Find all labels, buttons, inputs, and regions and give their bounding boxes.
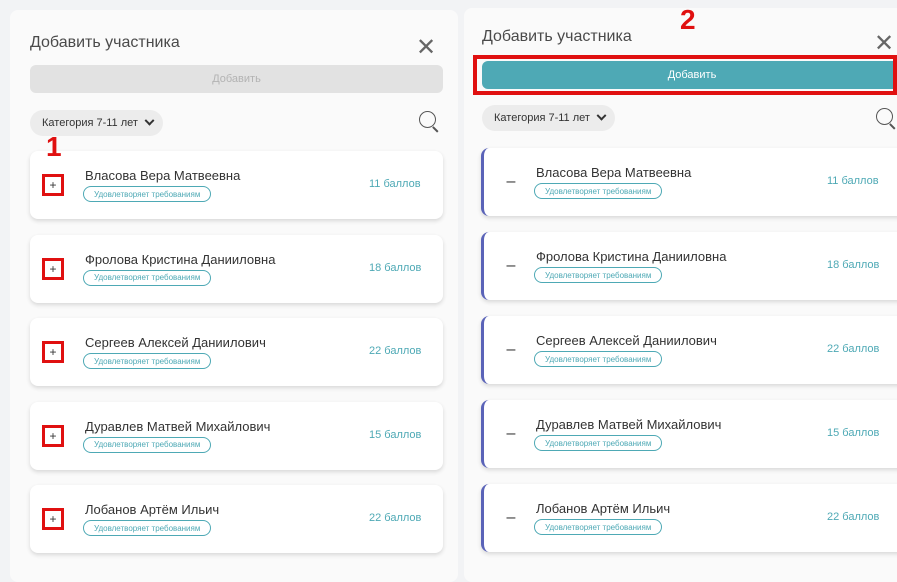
participant-name: Фролова Кристина Данииловна <box>536 249 727 264</box>
annotation-step-2: 2 <box>680 4 696 35</box>
category-label: Категория 7-11 лет <box>42 117 138 129</box>
status-badge: Удовлетворяет требованиям <box>83 436 212 453</box>
status-badge: Удовлетворяет требованиям <box>534 183 663 199</box>
panel-title: Добавить участника <box>30 34 180 51</box>
participant-points: 11 баллов <box>369 178 421 190</box>
search-icon[interactable] <box>419 111 439 133</box>
participant-points: 22 баллов <box>369 512 422 524</box>
participant-name: Лобанов Артём Ильич <box>536 501 671 516</box>
status-badge: Удовлетворяет требованиям <box>534 435 663 451</box>
chevron-down-icon <box>144 115 155 126</box>
participant-points: 22 баллов <box>369 345 422 357</box>
add-participant-button[interactable]: + <box>42 508 64 530</box>
remove-participant-button[interactable]: – <box>500 423 522 445</box>
annotation-highlight-add-button <box>473 55 897 95</box>
participant-name: Власова Вера Матвеевна <box>85 168 241 183</box>
participant-card[interactable]: – Лобанов Артём Ильич Удовлетворяет требов… <box>481 484 897 552</box>
participant-name: Лобанов Артём Ильич <box>85 502 220 517</box>
add-participant-button[interactable]: + <box>42 257 64 280</box>
participant-card[interactable]: + Лобанов Артём Ильич Удовлетворяет требов… <box>30 485 443 553</box>
add-participant-button[interactable]: + <box>42 424 64 447</box>
remove-participant-button[interactable]: – <box>500 507 522 529</box>
participant-card[interactable]: – Фролова Кристина Данииловна Удовлетворяе… <box>481 232 897 300</box>
add-participant-panel-before: Добавить участника ✕ Добавить Категория … <box>10 10 458 582</box>
participant-card[interactable]: + Дуравлев Матвей Михайлович Удовлетворяет… <box>30 401 443 470</box>
participant-card[interactable]: + Сергеев Алексей Даниилович Удовлетворяет… <box>30 318 443 386</box>
annotation-step-1: 1 <box>46 131 62 162</box>
search-icon[interactable] <box>876 108 896 130</box>
participant-points: 18 баллов <box>827 259 880 271</box>
participant-points: 22 баллов <box>827 511 880 523</box>
status-badge: Удовлетворяет требованиям <box>534 351 663 367</box>
participant-points: 18 баллов <box>369 261 422 274</box>
status-badge: Удовлетворяет требованиям <box>83 186 212 202</box>
remove-participant-button[interactable]: – <box>500 339 522 361</box>
participant-card[interactable]: – Дуравлев Матвей Михайлович Удовлетворяет… <box>481 400 897 468</box>
status-badge: Удовлетворяет требованиям <box>534 519 663 535</box>
chevron-down-icon <box>596 110 607 121</box>
status-badge: Удовлетворяет требованиям <box>83 520 212 536</box>
participant-name: Сергеев Алексей Даниилович <box>85 335 266 350</box>
participant-card[interactable]: + Фролова Кристина Данииловна Удовлетворяе… <box>30 234 443 303</box>
participant-points: 15 баллов <box>827 427 880 439</box>
participant-card[interactable]: – Власова Вера Матвеевна Удовлетворяет тре… <box>481 148 897 216</box>
add-participant-button[interactable]: + <box>42 174 64 196</box>
participant-name: Дуравлев Матвей Михайлович <box>536 417 722 432</box>
participant-points: 15 баллов <box>369 428 422 441</box>
add-button-disabled[interactable]: Добавить <box>30 65 443 93</box>
status-badge: Удовлетворяет требованиям <box>83 269 212 286</box>
status-badge: Удовлетворяет требованиям <box>534 267 663 283</box>
participant-points: 22 баллов <box>827 343 880 355</box>
participant-card[interactable]: – Сергеев Алексей Даниилович Удовлетворяет… <box>481 316 897 384</box>
participant-name: Власова Вера Матвеевна <box>536 165 692 180</box>
remove-participant-button[interactable]: – <box>500 171 522 193</box>
remove-participant-button[interactable]: – <box>500 255 522 277</box>
close-icon[interactable]: ✕ <box>416 36 436 60</box>
category-label: Категория 7-11 лет <box>494 112 590 124</box>
panel-title: Добавить участника <box>482 28 632 45</box>
add-participant-button[interactable]: + <box>42 341 64 363</box>
participant-card[interactable]: + Власова Вера Матвеевна Удовлетворяет тре… <box>30 151 443 219</box>
participant-name: Сергеев Алексей Даниилович <box>536 333 717 348</box>
participant-name: Фролова Кристина Данииловна <box>85 251 276 267</box>
close-icon[interactable]: ✕ <box>874 32 894 56</box>
category-select[interactable]: Категория 7-11 лет <box>482 105 615 131</box>
status-badge: Удовлетворяет требованиям <box>83 353 212 369</box>
participant-points: 11 баллов <box>827 175 879 187</box>
participant-name: Дуравлев Матвей Михайлович <box>85 418 271 434</box>
